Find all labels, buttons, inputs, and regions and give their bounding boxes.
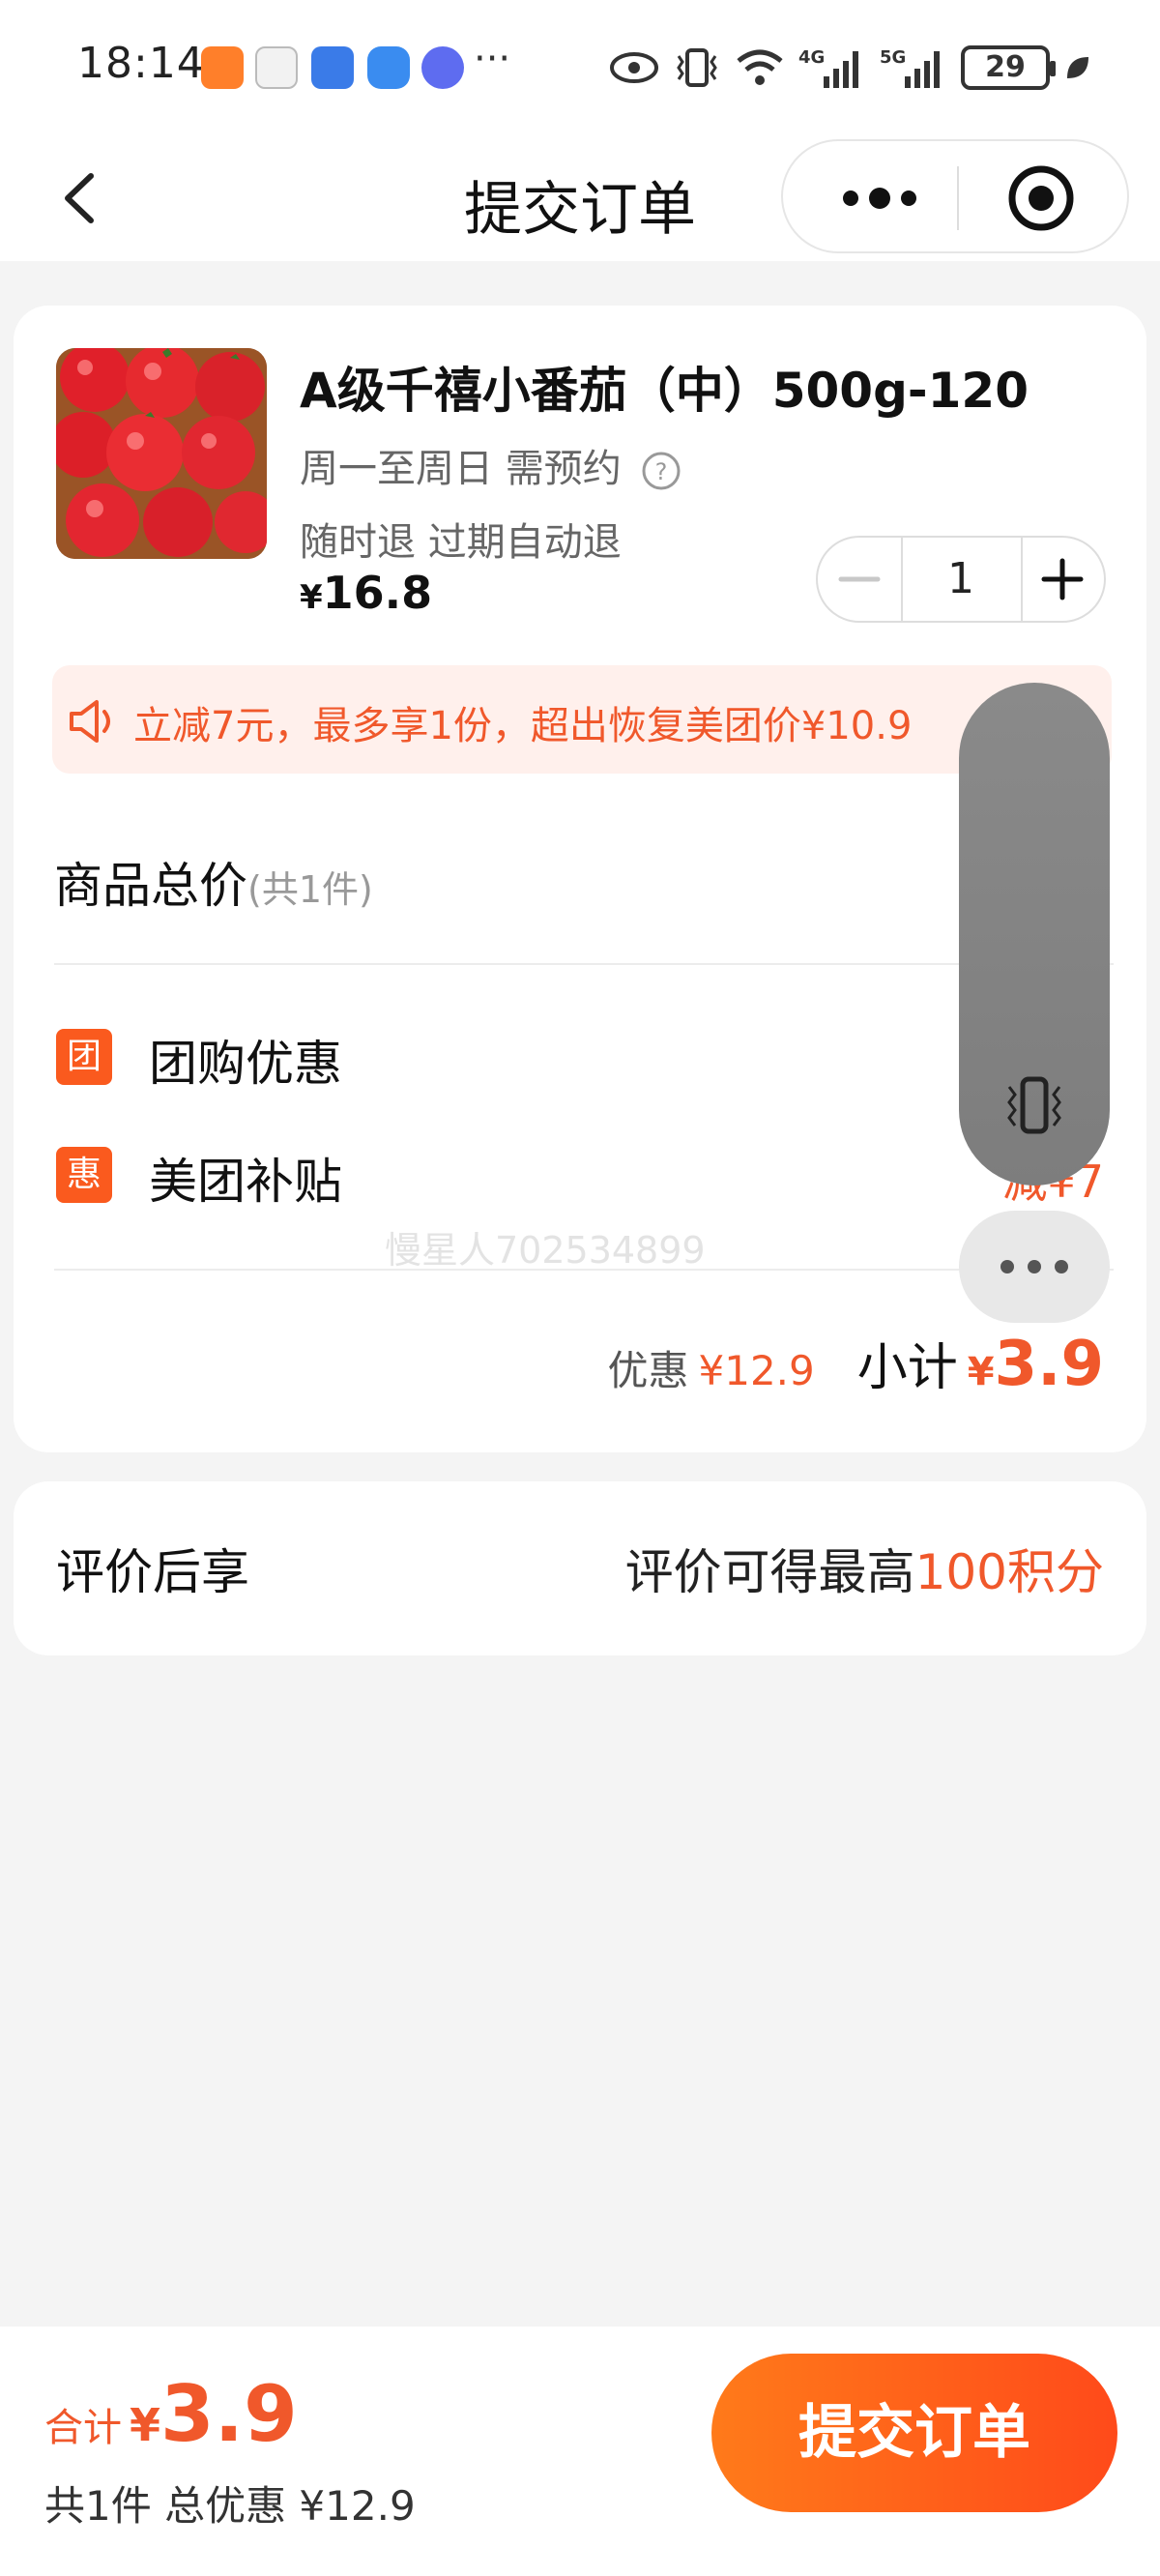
live-app-icon: [255, 46, 298, 89]
divider: [54, 1269, 1114, 1271]
signal-5g-icon: 5G: [880, 47, 940, 88]
svg-text:4G: 4G: [798, 47, 825, 68]
floating-more-button[interactable]: [959, 1211, 1110, 1323]
goods-total-label: 商品总价: [54, 858, 247, 914]
more-dots-icon[interactable]: [822, 161, 938, 236]
group-buy-tag: 团: [56, 1029, 112, 1085]
discount-label: 优惠: [607, 1347, 689, 1394]
status-indicators: 4G 5G 29: [609, 39, 1092, 97]
review-reward-prefix: 评价可得最高: [624, 1544, 915, 1600]
status-time: 18:14: [77, 39, 205, 88]
quantity-stepper: 1: [816, 536, 1106, 623]
wifi-icon: [737, 49, 783, 85]
product-image[interactable]: [56, 348, 267, 559]
subtotal-summary: 优惠 ¥12.9 小计 ¥ 3.9: [608, 1327, 1105, 1400]
battery-indicator: 29: [961, 45, 1056, 90]
tomato-image: [56, 348, 267, 559]
schedule-text: 周一至周日 需预约: [300, 447, 622, 491]
vibrate-icon: [1007, 1076, 1061, 1134]
goods-total-row: 商品总价(共1件): [54, 847, 373, 917]
floating-ball[interactable]: [959, 683, 1110, 1186]
capsule-divider: [957, 166, 959, 230]
promo-banner: 立减7元，最多享1份，超出恢复美团价¥10.9: [52, 665, 1112, 774]
order-total: 合计 ¥ 3.9: [44, 2369, 298, 2459]
subtotal-label: 小计: [856, 1339, 958, 1397]
submit-order-button[interactable]: 提交订单: [711, 2354, 1117, 2512]
review-reward-label: 评价后享: [56, 1544, 249, 1600]
message-app-icon: [367, 46, 410, 89]
subsidy-tag: 惠: [56, 1147, 112, 1203]
mini-program-capsule: [781, 139, 1129, 253]
review-reward-card[interactable]: 评价后享 评价可得最高100积分: [14, 1481, 1146, 1655]
subtotal-symbol: ¥: [967, 1350, 995, 1394]
divider: [54, 963, 1114, 965]
order-page: 18:14 ··· 4G 5G 29 提交订单 A级千禧小番茄（中）500g-1…: [0, 0, 1160, 2576]
goods-total-count: (共1件): [247, 868, 373, 911]
taobao-app-icon: [201, 46, 244, 89]
review-reward-points: 100积分: [914, 1544, 1104, 1600]
discount-value: ¥12.9: [698, 1347, 815, 1394]
promo-text: 立减7元，最多享1份，超出恢复美团价¥10.9: [133, 704, 913, 748]
product-price: ¥16.8: [300, 567, 432, 619]
subtotal-value: 3.9: [994, 1329, 1104, 1400]
leaf-icon: [1067, 57, 1088, 78]
eye-icon: [610, 52, 658, 83]
speaker-icon: [70, 700, 110, 743]
review-reward-info: 评价可得最高100积分: [625, 1534, 1104, 1603]
product-refund-policy: 随时退 过期自动退: [300, 520, 622, 565]
group-buy-label: 团购优惠: [149, 1036, 342, 1092]
help-circle-icon[interactable]: ?: [641, 451, 682, 491]
subsidy-label: 美团补贴: [149, 1154, 342, 1210]
more-dots-icon: [1000, 1260, 1068, 1273]
svg-text:?: ?: [655, 458, 668, 485]
price-value: 16.8: [322, 567, 433, 619]
total-discount-summary: 共1件 总优惠 ¥12.9: [44, 2482, 416, 2530]
navigation-bar: 提交订单: [0, 135, 1160, 261]
target-icon[interactable]: [1003, 161, 1079, 236]
watermark: 慢星人702534899: [385, 1229, 706, 1272]
total-value: 3.9: [160, 2369, 298, 2459]
plus-icon[interactable]: [1021, 538, 1104, 621]
more-notifications-icon: ···: [474, 37, 511, 81]
checkout-bar: 合计 ¥ 3.9 共1件 总优惠 ¥12.9 提交订单: [0, 2327, 1160, 2576]
status-bar: 18:14 ··· 4G 5G 29: [0, 0, 1160, 135]
svg-text:5G: 5G: [880, 47, 906, 68]
signal-4g-icon: 4G: [798, 47, 858, 88]
music-app-icon: [421, 46, 464, 89]
quantity-value[interactable]: 1: [903, 538, 1019, 621]
vibrate-icon: [677, 48, 717, 87]
price-symbol: ¥: [300, 578, 323, 617]
minus-icon[interactable]: [818, 538, 901, 621]
notes-app-icon: [311, 46, 354, 89]
total-label: 合计: [44, 2406, 122, 2450]
product-schedule: 周一至周日 需预约 ?: [300, 437, 682, 493]
product-name: A级千禧小番茄（中）500g-120: [300, 363, 1029, 419]
total-symbol: ¥: [130, 2399, 161, 2451]
